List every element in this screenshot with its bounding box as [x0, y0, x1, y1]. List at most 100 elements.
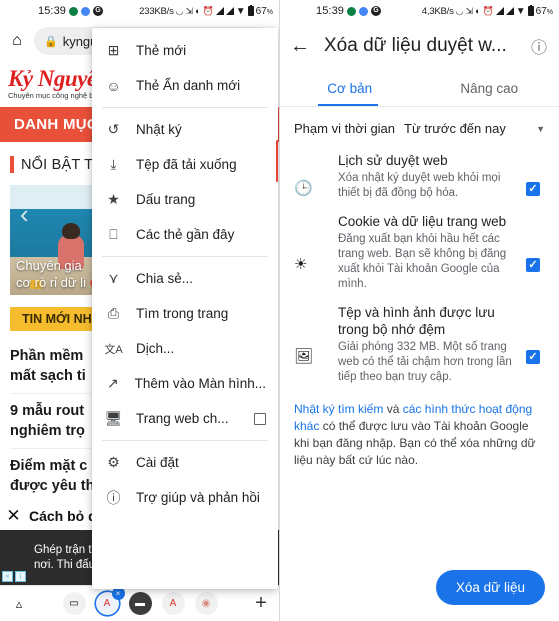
status-right-group: 4,3KB/s ◡ ⇲ ◐ ⏰ ▼ 67% [421, 4, 553, 17]
bottom-tab-strip: ▵ ▭ A × ▬ A ◉ + [0, 585, 279, 621]
settings-tabbar: Cơ bản Nâng cao [280, 70, 559, 106]
google-g-icon: G [93, 6, 104, 16]
left-phone-screen: 15:39 G 233KB/s ◡ ⇲ ◐ ⏰ ▼ 67% ⌂ 🔒 kyngu [0, 0, 280, 621]
heading-accent-bar [10, 156, 14, 173]
signal-icon [215, 7, 224, 15]
chevron-up-icon[interactable]: ▵ [8, 596, 30, 612]
menu-scrollbar[interactable] [275, 140, 278, 182]
ad-info-icon[interactable]: i [15, 571, 26, 582]
checkbox-checked[interactable] [526, 181, 540, 196]
time-range-label: Phạm vi thời gian [294, 121, 396, 136]
signal-icon [505, 7, 514, 15]
menu-item-new-incognito-tab[interactable]: ☺ Thẻ Ẩn danh mới [92, 68, 278, 103]
browser-overflow-menu: ⊞ Thẻ mới ☺ Thẻ Ẩn danh mới ↺ Nhật ký ⤓ … [92, 28, 278, 589]
search-history-link[interactable]: Nhật ký tìm kiếm [294, 402, 383, 416]
menu-item-label: Thẻ Ẩn danh mới [136, 78, 241, 93]
option-checkbox-wrap[interactable] [521, 152, 545, 201]
menu-item-label: Trợ giúp và phản hồi [136, 490, 260, 505]
help-circle-icon: ⓘ [106, 489, 121, 506]
app-bar: ← Xóa dữ liệu duyệt w... ⓘ [280, 22, 559, 70]
menu-item-label: Tệp đã tải xuống [136, 157, 237, 172]
option-cached-images-files[interactable]: 🖼 Tệp và hình ảnh được lưu trong bộ nhớ … [280, 294, 559, 387]
share-icon: ⋎ [108, 270, 119, 286]
menu-item-label: Dịch... [136, 341, 175, 356]
desktop-site-checkbox[interactable] [254, 412, 266, 425]
chevron-down-icon[interactable]: ▼ [536, 124, 545, 134]
menu-item-desktop-site[interactable]: 🖥 Trang web ch... [92, 401, 278, 436]
menu-item-label: Chia sẻ... [136, 271, 194, 286]
menu-item-find-in-page[interactable]: ⎙ Tìm trong trang [92, 296, 278, 331]
option-title: Cookie và dữ liệu trang web [338, 214, 507, 229]
menu-divider [102, 256, 268, 257]
wifi-icon: ▼ [235, 5, 246, 17]
carousel-prev-icon[interactable]: ‹ [20, 199, 29, 230]
ad-close-icon[interactable]: × [2, 571, 13, 582]
battery-icon [247, 4, 254, 16]
battery-icon [527, 4, 534, 16]
status-clock: 15:39 [316, 5, 345, 17]
tab-thumb-3[interactable]: ▬ [128, 592, 152, 615]
status-bar-left: 15:39 G 233KB/s ◡ ⇲ ◐ ⏰ ▼ 67% [0, 0, 279, 22]
lock-icon: 🔒 [44, 35, 58, 48]
tab-glyph: ▬ [135, 598, 145, 609]
footnote-rest: có thể được lưu vào Tài khoản Google khi… [294, 419, 536, 467]
menu-item-downloads[interactable]: ⤓ Tệp đã tải xuống [92, 147, 278, 182]
battery-percent: 67% [255, 5, 273, 17]
menu-item-share[interactable]: ⋎ Chia sẻ... [92, 261, 278, 296]
menu-item-bookmarks[interactable]: ★ Dấu trang [92, 182, 278, 217]
menu-divider [102, 107, 268, 108]
option-description: Xóa nhật ký duyệt web khỏi mọi thiết bị … [338, 172, 501, 199]
footnote-mid: và [383, 402, 403, 416]
battery-percent: 67% [535, 5, 553, 17]
option-browsing-history[interactable]: 🕒 Lịch sử duyệt web Xóa nhật ký duyệt we… [280, 142, 559, 203]
status-bar-right: 15:39 G 4,3KB/s ◡ ⇲ ◐ ⏰ ▼ 67% [280, 0, 559, 22]
menu-item-add-to-home-screen[interactable]: ↗ Thêm vào Màn hình... [92, 366, 278, 401]
tab-basic[interactable]: Cơ bản [280, 70, 420, 106]
option-checkbox-wrap[interactable] [521, 304, 545, 385]
home-icon[interactable]: ⌂ [6, 30, 28, 52]
back-arrow-icon[interactable]: ← [290, 35, 310, 58]
network-speed-label: 4,3KB/s [421, 5, 454, 17]
footnote-text: Nhật ký tìm kiếm và các hình thức hoạt đ… [280, 387, 559, 469]
tab-thumb-5[interactable]: ◉ [194, 592, 218, 615]
option-text: Cookie và dữ liệu trang web Đăng xuất bạ… [338, 213, 521, 292]
menu-item-settings[interactable]: ⚙ Cài đặt [92, 445, 278, 480]
option-cookies-site-data[interactable]: ☀ Cookie và dữ liệu trang web Đăng xuất … [280, 203, 559, 294]
headphone-icon: ◡ [455, 5, 464, 16]
blue-dot-icon [359, 6, 369, 16]
plus-icon[interactable]: + [250, 592, 272, 615]
menu-item-new-tab[interactable]: ⊞ Thẻ mới [92, 33, 278, 68]
menu-item-history[interactable]: ↺ Nhật ký [92, 112, 278, 147]
menu-item-translate[interactable]: 文A Dịch... [92, 331, 278, 366]
tab-thumb-4[interactable]: A [161, 592, 185, 615]
menu-item-recent-tabs[interactable]: ⎕ Các thẻ gần đây [92, 217, 278, 252]
image-cache-icon: 🖼 [294, 347, 314, 365]
option-title: Tệp và hình ảnh được lưu trong bộ nhớ đệ… [338, 305, 495, 337]
google-g-icon: G [371, 6, 382, 16]
help-circle-icon[interactable]: ⓘ [529, 34, 549, 58]
network-speed-label: 233KB/s [139, 5, 174, 17]
checkbox-checked[interactable] [526, 349, 540, 364]
right-phone-screen: 15:39 G 4,3KB/s ◡ ⇲ ◐ ⏰ ▼ 67% ← Xóa dữ l… [280, 0, 559, 621]
ad-badges: × i [2, 571, 26, 582]
download-icon: ⤓ [110, 156, 117, 172]
tab-thumb-2[interactable]: A × [95, 587, 125, 615]
close-icon[interactable]: ✕ [6, 506, 21, 526]
wifi-icon: ▼ [515, 5, 526, 17]
page-title: Xóa dữ liệu duyệt w... [324, 35, 507, 56]
clear-data-button[interactable]: Xóa dữ liệu [435, 570, 545, 605]
option-description: Giải phóng 332 MB. Một số trang web có t… [338, 341, 512, 383]
time-range-selector[interactable]: Phạm vi thời gian Từ trước đến nay ▼ [280, 107, 559, 142]
headphone-icon: ◡ [175, 5, 184, 16]
menu-item-label: Cài đặt [136, 455, 179, 470]
incognito-icon: ☺ [106, 77, 121, 94]
menu-item-help-feedback[interactable]: ⓘ Trợ giúp và phản hồi [92, 480, 278, 515]
tab-advanced[interactable]: Nâng cao [420, 70, 559, 106]
desktop-site-icon: 🖥 [104, 410, 123, 426]
tab-thumb-1[interactable]: ▭ [62, 592, 86, 615]
option-checkbox-wrap[interactable] [521, 213, 545, 292]
checkbox-checked[interactable] [526, 257, 540, 272]
option-text: Tệp và hình ảnh được lưu trong bộ nhớ đệ… [338, 304, 521, 385]
settings-gear-icon: ⚙ [107, 454, 120, 470]
history-icon: ↺ [107, 121, 120, 137]
